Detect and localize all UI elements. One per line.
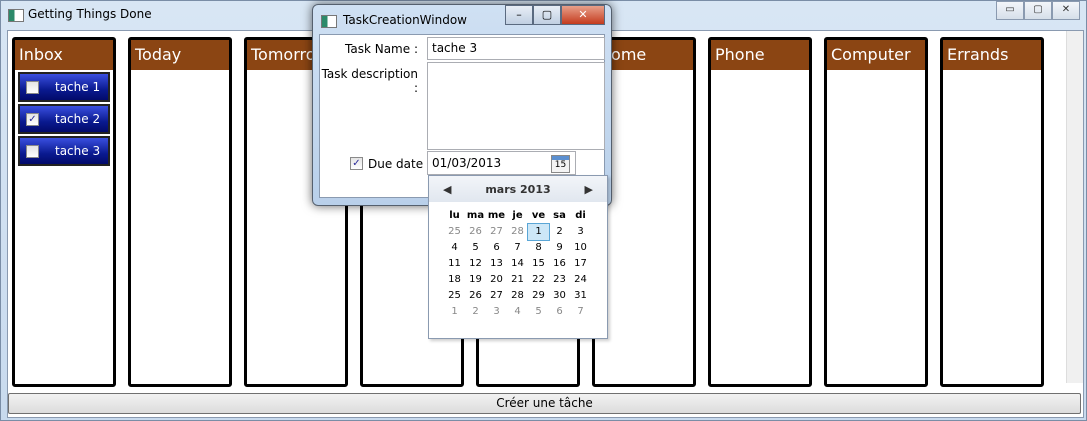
calendar-day[interactable]: 7 [507,240,528,256]
dialog-title: TaskCreationWindow [343,13,467,27]
calendar-day[interactable]: 27 [486,288,507,304]
calendar-day[interactable]: 1 [444,304,465,320]
calendar-day[interactable]: 3 [570,224,591,240]
weekday-label: ve [531,210,546,221]
maximize-button[interactable]: ▢ [1024,1,1052,20]
weekday-label: lu [449,210,460,221]
maximize-button[interactable]: ▢ [533,5,561,25]
calendar-day[interactable]: 20 [486,272,507,288]
app-icon [8,9,24,22]
calendar-day[interactable]: 15 [528,256,549,272]
weekday-label: me [487,210,506,221]
weekday-label: di [575,210,586,221]
task-label: tache 3 [55,144,101,158]
calendar-day[interactable]: 25 [444,224,465,240]
task-item[interactable]: ✓ tache 2 [18,104,110,134]
task-label: tache 2 [55,112,101,126]
calendar-day[interactable]: 26 [465,288,486,304]
calendar-day[interactable]: 12 [465,256,486,272]
calendar-day[interactable]: 18 [444,272,465,288]
calendar-day[interactable]: 2 [549,224,570,240]
calendar-month[interactable]: mars 2013 [485,183,550,196]
calendar-day[interactable]: 26 [465,224,486,240]
calendar-day[interactable]: 1 [527,223,550,241]
weekday-label: je [512,210,523,221]
calendar-day[interactable]: 25 [444,288,465,304]
column-errands: Errands [940,37,1044,387]
due-date-checkbox[interactable]: ✓ [350,157,363,170]
weekday-label: ma [466,210,485,221]
calendar-day[interactable]: 11 [444,256,465,272]
calendar-day[interactable]: 21 [507,272,528,288]
calendar-day[interactable]: 16 [549,256,570,272]
calendar-day[interactable]: 28 [507,288,528,304]
vertical-scrollbar[interactable] [1066,31,1083,383]
calendar-day[interactable]: 5 [528,304,549,320]
calendar-day[interactable]: 27 [486,224,507,240]
task-checkbox[interactable] [26,80,39,94]
minimize-button[interactable]: ▭ [996,1,1024,20]
column-inbox: Inbox tache 1 ✓ tache 2 tache 3 [12,37,116,387]
task-label: tache 1 [55,80,101,94]
task-checkbox[interactable] [26,144,39,158]
calendar-icon[interactable]: 15 [551,155,570,173]
calendar-day[interactable]: 23 [549,272,570,288]
calendar-day[interactable]: 22 [528,272,549,288]
column-header: Phone [711,40,809,70]
calendar-day[interactable]: 19 [465,272,486,288]
calendar-day[interactable]: 28 [507,224,528,240]
previous-month-button[interactable]: ◀ [443,183,451,196]
calendar-day[interactable]: 7 [570,304,591,320]
calendar-day[interactable]: 4 [507,304,528,320]
close-button[interactable]: ✕ [561,5,605,25]
calendar-day[interactable]: 29 [528,288,549,304]
calendar-day[interactable]: 10 [570,240,591,256]
window-title: Getting Things Done [28,7,152,21]
calendar-day[interactable]: 30 [549,288,570,304]
calendar-day[interactable]: 17 [570,256,591,272]
column-header: Errands [943,40,1041,70]
due-date-label: Due date : [368,157,431,171]
due-date-value: 01/03/2013 [432,156,502,170]
calendar-day[interactable]: 8 [528,240,549,256]
calendar-day[interactable]: 5 [465,240,486,256]
close-button[interactable]: ✕ [1052,1,1080,20]
calendar-day[interactable]: 31 [570,288,591,304]
column-phone: Phone [708,37,812,387]
calendar-day[interactable]: 24 [570,272,591,288]
calendar-day[interactable]: 6 [549,304,570,320]
due-date-picker[interactable]: 01/03/2013 15 [427,151,576,175]
weekday-label: sa [553,210,566,221]
calendar-day[interactable]: 9 [549,240,570,256]
calendar-day[interactable]: 6 [486,240,507,256]
minimize-button[interactable]: – [505,5,533,25]
task-description-input[interactable] [427,62,605,150]
calendar-popup: ◀ mars 2013 ▶ lu ma me je ve sa di 25 26 27 28 1 2 3 4… [428,175,608,339]
task-item[interactable]: tache 3 [18,136,110,166]
task-item[interactable]: tache 1 [18,72,110,102]
task-description-label: Task description : [321,67,418,95]
calendar-day[interactable]: 2 [465,304,486,320]
task-name-label: Task Name : [345,42,418,56]
app-icon [321,15,337,28]
task-checkbox[interactable]: ✓ [26,112,39,126]
calendar-day[interactable]: 3 [486,304,507,320]
column-header: Inbox [15,40,113,70]
calendar-day[interactable]: 13 [486,256,507,272]
column-today: Today [128,37,232,387]
calendar-day[interactable]: 4 [444,240,465,256]
column-computer: Computer [824,37,928,387]
create-task-button[interactable]: Créer une tâche [8,393,1081,414]
column-header: Computer [827,40,925,70]
task-name-input[interactable]: tache 3 [427,37,605,60]
column-header: Today [131,40,229,70]
next-month-button[interactable]: ▶ [585,183,593,196]
calendar-day[interactable]: 14 [507,256,528,272]
